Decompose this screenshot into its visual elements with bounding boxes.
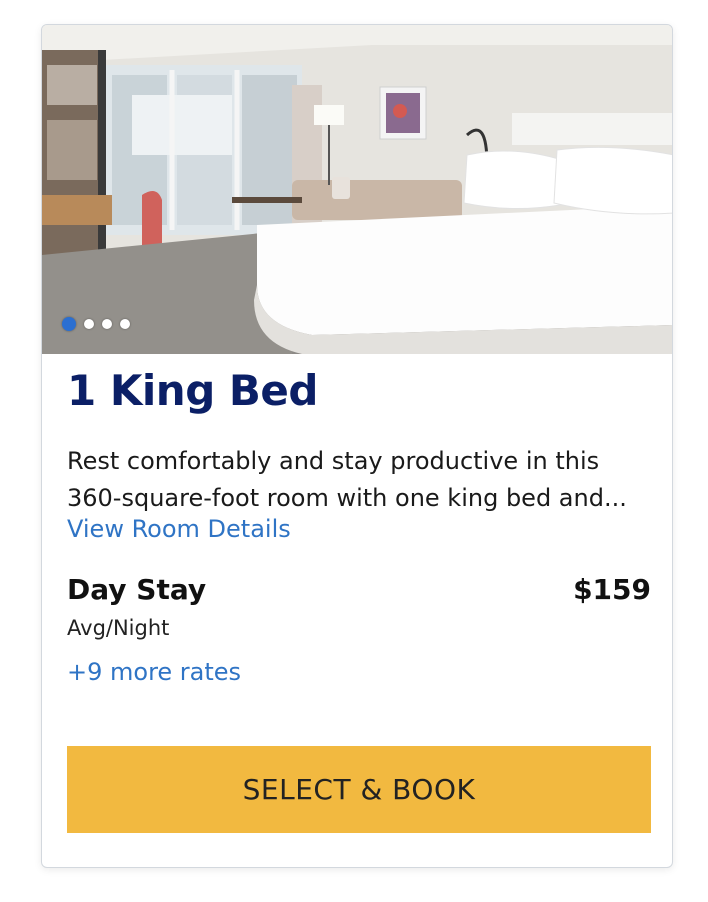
room-photo-image [42, 25, 672, 354]
rate-name: Day Stay [67, 573, 207, 606]
gallery-dots [62, 317, 130, 331]
gallery-dot-2[interactable] [84, 319, 94, 329]
room-info: 1 King Bed Rest comfortably and stay pro… [67, 354, 651, 686]
room-photo[interactable] [42, 25, 672, 354]
view-room-details-link[interactable]: View Room Details [67, 515, 651, 543]
rate-unit: Avg/Night [67, 616, 170, 640]
more-rates-link[interactable]: +9 more rates [67, 658, 651, 686]
gallery-dot-4[interactable] [120, 319, 130, 329]
room-card: 1 King Bed Rest comfortably and stay pro… [41, 24, 673, 868]
room-title: 1 King Bed [67, 366, 318, 415]
rate-row: Day Stay $159 [67, 573, 651, 606]
select-and-book-button[interactable]: SELECT & BOOK [67, 746, 651, 833]
gallery-dot-3[interactable] [102, 319, 112, 329]
gallery-dot-1[interactable] [62, 317, 76, 331]
rate-price: $159 [573, 573, 651, 606]
room-description: Rest comfortably and stay productive in … [67, 447, 627, 512]
